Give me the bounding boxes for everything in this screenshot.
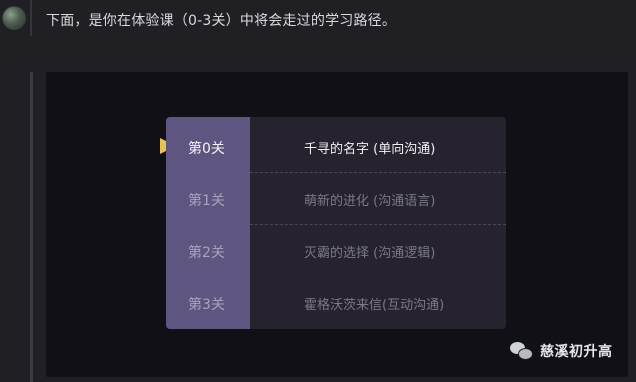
level-row-3[interactable]: 第3关 霍格沃茨来信(互动沟通) [166,277,506,329]
watermark: 慈溪初升高 [510,339,613,363]
user-avatar-icon[interactable] [2,6,26,30]
watermark-text: 慈溪初升高 [540,344,613,360]
level-row-1[interactable]: 第1关 萌新的进化 (沟通语言) [166,173,506,225]
level-title: 霍格沃茨来信(互动沟通) [304,298,445,313]
course-map-image: 第0关 千寻的名字 (单向沟通) 第1关 萌新的进化 (沟通语言) 第2关 灭霸… [46,72,628,377]
message-text: 下面，是你在体验课（0-3关）中将会走过的学习路径。 [46,13,397,29]
level-title: 萌新的进化 (沟通语言) [304,194,436,209]
level-label: 第0关 [188,141,225,157]
level-list: 第0关 千寻的名字 (单向沟通) 第1关 萌新的进化 (沟通语言) 第2关 灭霸… [166,117,506,329]
level-title: 灭霸的选择 (沟通逻辑) [304,246,436,261]
level-label: 第2关 [188,245,225,261]
quote-bar [30,72,33,382]
level-row-2[interactable]: 第2关 灭霸的选择 (沟通逻辑) [166,225,506,277]
divider-line [30,0,32,36]
level-label: 第1关 [188,193,225,209]
level-title: 千寻的名字 (单向沟通) [304,142,436,157]
wechat-icon [510,342,533,360]
level-row-0[interactable]: 第0关 千寻的名字 (单向沟通) [166,121,506,173]
level-label: 第3关 [188,297,225,313]
chat-page: 下面，是你在体验课（0-3关）中将会走过的学习路径。 第0关 千寻的名字 (单向… [0,0,636,382]
